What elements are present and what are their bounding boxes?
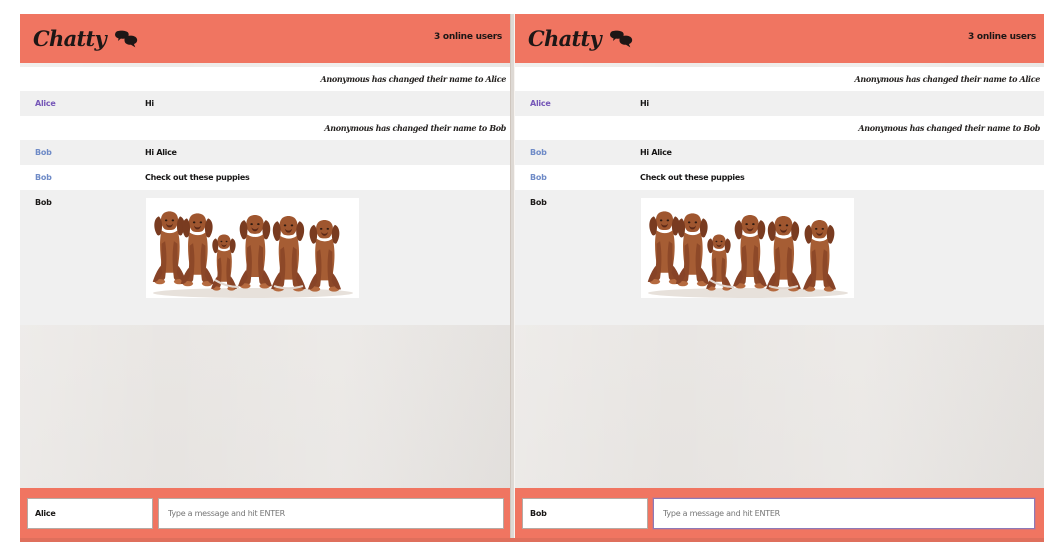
- message-list[interactable]: Anonymous has changed their name to Alic…: [515, 63, 1044, 489]
- chat-header: Chatty 3 online users: [20, 14, 510, 63]
- chat-bubbles-icon: [608, 30, 634, 49]
- system-message-text: Anonymous has changed their name to Alic…: [320, 74, 507, 84]
- message-list[interactable]: Anonymous has changed their name to Alic…: [20, 63, 510, 489]
- chat-header: Chatty 3 online users: [515, 14, 1044, 63]
- system-message: Anonymous has changed their name to Bob: [515, 116, 1044, 140]
- brand: Chatty: [33, 21, 139, 55]
- image-message: Bob: [20, 190, 510, 325]
- online-users-count: 3 online users: [968, 32, 1036, 42]
- split-screen-chat-window: Chatty 3 online users Anonymous has chan…: [0, 0, 1064, 560]
- message-composer: [515, 488, 1044, 539]
- message-content: Check out these puppies: [145, 173, 250, 182]
- message-content: Hi: [640, 99, 649, 108]
- system-message-text: Anonymous has changed their name to Alic…: [854, 74, 1041, 84]
- system-message: Anonymous has changed their name to Alic…: [20, 67, 510, 91]
- online-users-count: 3 online users: [434, 32, 502, 42]
- message-username: Alice: [530, 99, 551, 108]
- chat-message: Bob Check out these puppies: [515, 165, 1044, 190]
- brand: Chatty: [528, 21, 634, 55]
- chat-message: Bob Check out these puppies: [20, 165, 510, 190]
- puppies-image: [641, 198, 854, 298]
- brand-title: Chatty: [33, 25, 107, 51]
- chat-message: Alice Hi: [515, 91, 1044, 116]
- message-content: Hi: [145, 99, 154, 108]
- chat-message: Bob Hi Alice: [20, 140, 510, 165]
- system-message-text: Anonymous has changed their name to Bob: [324, 123, 506, 133]
- message-content: Check out these puppies: [640, 173, 745, 182]
- message-content: Hi Alice: [640, 148, 672, 157]
- message-username: Alice: [35, 99, 56, 108]
- brand-title: Chatty: [528, 25, 602, 51]
- bob-chat-panel: Chatty 3 online users Anonymous has chan…: [515, 14, 1044, 539]
- alice-chat-panel: Chatty 3 online users Anonymous has chan…: [20, 14, 510, 539]
- image-message: Bob: [515, 190, 1044, 325]
- message-input[interactable]: [653, 498, 1035, 529]
- message-input[interactable]: [158, 498, 504, 529]
- puppies-image: [146, 198, 359, 298]
- message-username: Bob: [530, 173, 547, 182]
- username-field[interactable]: [27, 498, 153, 529]
- message-username: Bob: [35, 198, 52, 207]
- message-username: Bob: [35, 173, 52, 182]
- chat-bubbles-icon: [113, 30, 139, 49]
- chat-message: Bob Hi Alice: [515, 140, 1044, 165]
- message-username: Bob: [35, 148, 52, 157]
- chat-message: Alice Hi: [20, 91, 510, 116]
- message-username: Bob: [530, 198, 547, 207]
- message-composer: [20, 488, 510, 539]
- message-username: Bob: [530, 148, 547, 157]
- system-message: Anonymous has changed their name to Bob: [20, 116, 510, 140]
- system-message-text: Anonymous has changed their name to Bob: [858, 123, 1040, 133]
- message-content: Hi Alice: [145, 148, 177, 157]
- bottom-edge: [20, 538, 1044, 542]
- system-message: Anonymous has changed their name to Alic…: [515, 67, 1044, 91]
- username-field[interactable]: [522, 498, 648, 529]
